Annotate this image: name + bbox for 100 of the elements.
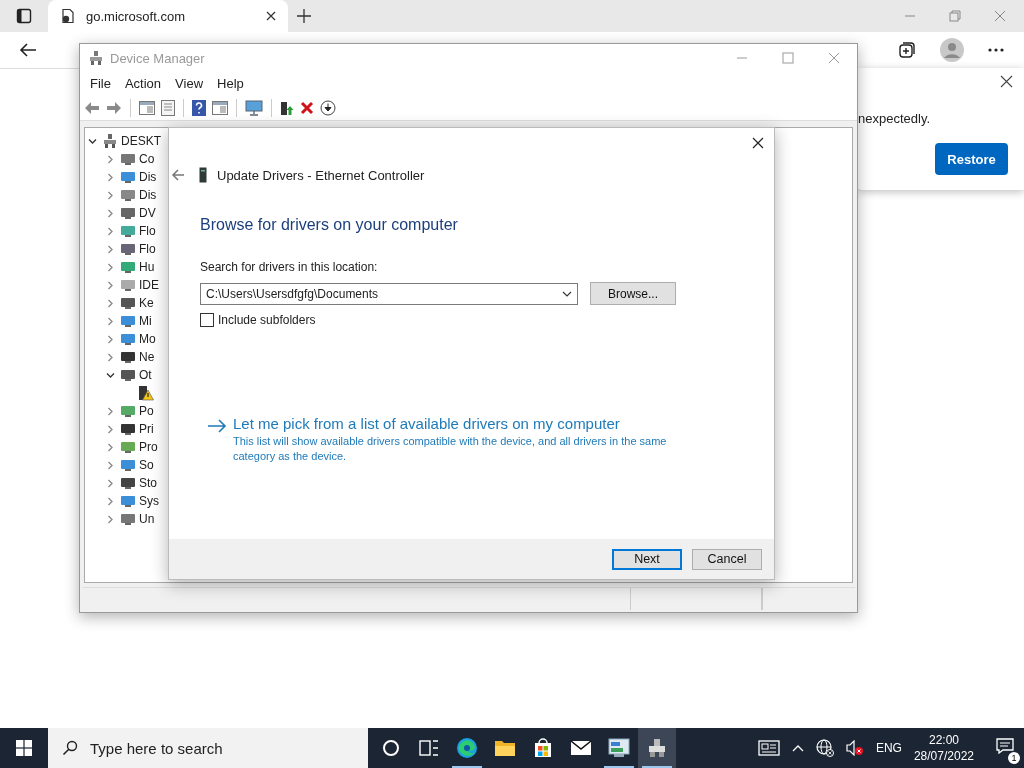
- windows-start-icon[interactable]: [16, 740, 32, 756]
- tree-item[interactable]: Po: [139, 404, 154, 418]
- clock[interactable]: 22:00 28/07/2022: [913, 732, 974, 764]
- task-view-icon: [419, 739, 439, 757]
- arrow-icon[interactable]: [207, 419, 227, 433]
- tree-item[interactable]: DESKT: [121, 134, 161, 148]
- language-indicator[interactable]: ENG: [875, 741, 902, 755]
- tree-item[interactable]: Un: [139, 512, 155, 526]
- browse-button[interactable]: Browse...: [590, 282, 676, 305]
- checkbox[interactable]: [200, 313, 214, 327]
- collapsed-chevron-icon[interactable]: [105, 478, 115, 488]
- collapsed-chevron-icon[interactable]: [105, 208, 115, 218]
- pane-icon[interactable]: [212, 100, 228, 115]
- tree-item[interactable]: Mo: [139, 332, 156, 346]
- collections-icon[interactable]: [898, 41, 916, 59]
- close-icon[interactable]: [1000, 75, 1013, 88]
- taskbar-app-button[interactable]: [638, 728, 676, 768]
- cancel-button[interactable]: Cancel: [692, 548, 762, 570]
- profile-avatar-icon[interactable]: [940, 38, 964, 62]
- collapsed-chevron-icon[interactable]: [105, 172, 115, 182]
- collapsed-chevron-icon[interactable]: [105, 460, 115, 470]
- tree-item[interactable]: So: [139, 458, 154, 472]
- collapsed-chevron-icon[interactable]: [105, 244, 115, 254]
- menu-item[interactable]: File: [90, 76, 111, 91]
- browser-tab[interactable]: go.microsoft.com: [48, 0, 288, 32]
- time-text: 22:00: [928, 732, 959, 748]
- collapsed-chevron-icon[interactable]: [105, 226, 115, 236]
- shopping-bag-icon: [533, 738, 553, 758]
- tree-item[interactable]: Ne: [139, 350, 155, 364]
- device-category-icon: [120, 223, 136, 239]
- device-category-icon: [120, 313, 136, 329]
- show-hidden-icons-caret-icon[interactable]: [791, 744, 804, 752]
- device-category-icon: [120, 439, 136, 455]
- tree-item[interactable]: Mi: [139, 314, 152, 328]
- collapsed-chevron-icon[interactable]: [105, 442, 115, 452]
- monitor-icon[interactable]: [245, 99, 263, 116]
- collapsed-chevron-icon[interactable]: [105, 298, 115, 308]
- menu-item[interactable]: View: [175, 76, 204, 91]
- tree-item[interactable]: Pri: [139, 422, 154, 436]
- tab-actions-icon[interactable]: [16, 8, 32, 24]
- expanded-chevron-icon[interactable]: [105, 370, 115, 380]
- tree-item[interactable]: Sys: [139, 494, 159, 508]
- collapsed-chevron-icon[interactable]: [105, 280, 115, 290]
- collapsed-chevron-icon[interactable]: [105, 334, 115, 344]
- tree-item[interactable]: Flo: [139, 242, 156, 256]
- notification-icon[interactable]: [996, 738, 1014, 754]
- taskbar-search-field[interactable]: Type here to search: [48, 728, 368, 768]
- globe-network-icon[interactable]: [815, 739, 834, 757]
- close-icon[interactable]: [752, 137, 764, 149]
- dialog-title: Update Drivers - Ethernet Controller: [217, 167, 425, 183]
- collapsed-chevron-icon[interactable]: [105, 496, 115, 506]
- back-arrow-icon[interactable]: [19, 42, 37, 58]
- dropdown-caret-icon[interactable]: [562, 290, 572, 297]
- tree-item[interactable]: Ke: [139, 296, 154, 310]
- device-category-icon: [120, 241, 136, 257]
- collapsed-chevron-icon[interactable]: [105, 316, 115, 326]
- tree-item[interactable]: IDE: [139, 278, 159, 292]
- tree-item[interactable]: Sto: [139, 476, 157, 490]
- collapsed-chevron-icon[interactable]: [105, 352, 115, 362]
- mail-icon: [570, 740, 592, 756]
- expanded-chevron-icon[interactable]: [87, 136, 97, 146]
- download-icon[interactable]: [320, 99, 336, 116]
- device-category-icon: [120, 457, 136, 473]
- device-category-icon: [120, 205, 136, 221]
- pane-icon[interactable]: [139, 100, 155, 115]
- muted-speaker-icon[interactable]: [845, 740, 864, 756]
- pick-from-list-link[interactable]: Let me pick from a list of available drivers on my computer: [233, 415, 683, 432]
- location-combo-box[interactable]: C:\Users\Usersdfgfg\Documents: [200, 282, 578, 305]
- properties-icon[interactable]: [161, 99, 175, 116]
- collapsed-chevron-icon[interactable]: [105, 190, 115, 200]
- collapsed-chevron-icon[interactable]: [105, 424, 115, 434]
- search-input[interactable]: Type here to search: [88, 738, 352, 758]
- new-tab-icon[interactable]: [296, 8, 312, 24]
- help-icon[interactable]: [192, 99, 206, 116]
- menu-item[interactable]: Help: [217, 76, 244, 91]
- news-icon[interactable]: [757, 740, 780, 756]
- tree-item[interactable]: Pro: [139, 440, 158, 454]
- more-icon[interactable]: [988, 48, 1004, 52]
- menu-item[interactable]: Action: [124, 76, 162, 91]
- tree-item[interactable]: Co: [139, 152, 155, 166]
- collapsed-chevron-icon[interactable]: [105, 154, 115, 164]
- collapsed-chevron-icon[interactable]: [105, 406, 115, 416]
- restore-button[interactable]: Restore: [935, 143, 1008, 175]
- tree-item[interactable]: Flo: [139, 224, 156, 238]
- update-driver-icon[interactable]: [280, 99, 294, 116]
- device-category-icon: [120, 295, 136, 311]
- remove-icon[interactable]: [300, 100, 314, 115]
- tree-item[interactable]: Ot: [139, 368, 152, 382]
- device-category-icon: [120, 259, 136, 275]
- tree-item[interactable]: DV: [139, 206, 156, 220]
- close-tab-icon[interactable]: [266, 11, 276, 21]
- tree-item[interactable]: Dis: [139, 170, 157, 184]
- tree-item[interactable]: Hu: [139, 260, 155, 274]
- collapsed-chevron-icon[interactable]: [105, 262, 115, 272]
- link-description: This list will show available drivers compatible with the device, and all drivers in the same category as the device.: [233, 434, 668, 464]
- forward-arrow-icon[interactable]: [106, 100, 122, 115]
- checkbox-label[interactable]: Include subfolders: [218, 313, 316, 327]
- collapsed-chevron-icon[interactable]: [105, 514, 115, 524]
- tree-item[interactable]: Dis: [139, 188, 157, 202]
- next-button[interactable]: Next: [612, 548, 682, 570]
